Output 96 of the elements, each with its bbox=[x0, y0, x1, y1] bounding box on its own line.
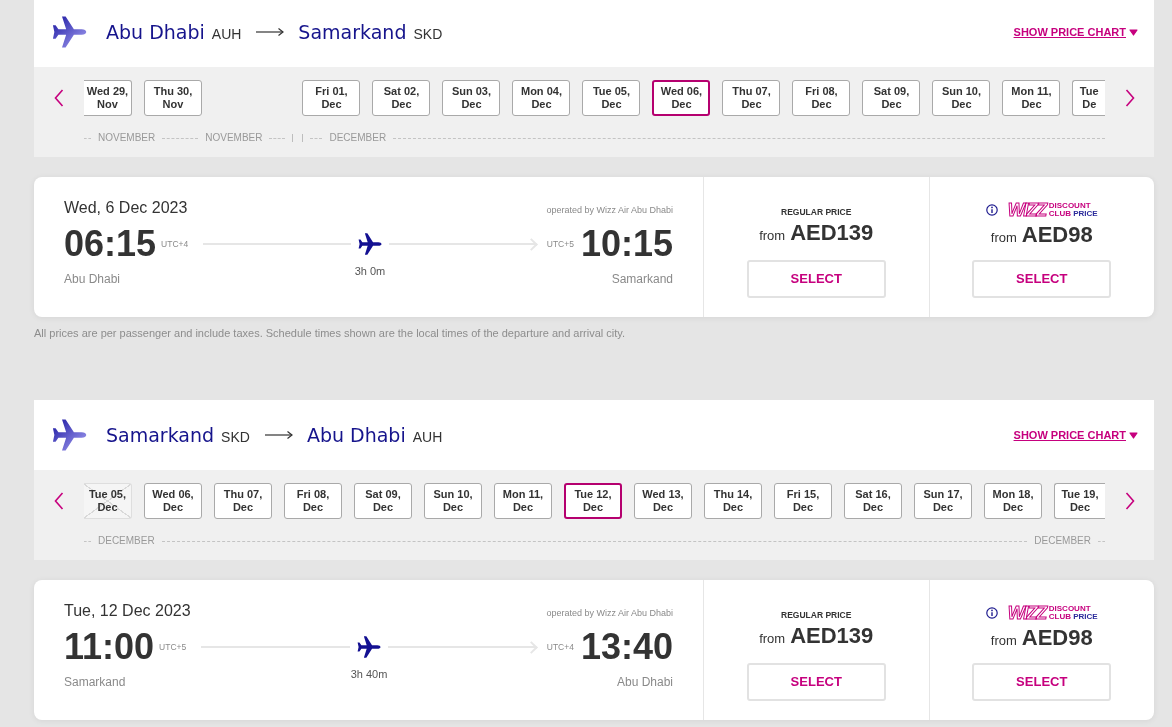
airport-code: AUH bbox=[412, 427, 443, 446]
date-option[interactable]: Tue 05, Dec bbox=[582, 80, 641, 116]
arrival-time: 13:40 bbox=[580, 629, 673, 665]
price-prefix: from bbox=[759, 630, 786, 648]
airport-code: SKD bbox=[413, 24, 443, 43]
departure-time: 11:00 bbox=[64, 629, 155, 665]
chevron-left-icon bbox=[54, 492, 64, 510]
arrow-icon bbox=[256, 27, 285, 37]
date-option[interactable]: Thu 30, Nov bbox=[144, 80, 202, 116]
city-name: Abu Dhabi bbox=[106, 20, 205, 44]
departure-time: 06:15 bbox=[64, 226, 157, 262]
fare-title: REGULAR PRICE bbox=[781, 207, 852, 218]
arrival-time: 10:15 bbox=[580, 226, 673, 262]
operator-text: operated by Wizz Air Abu Dhabi bbox=[546, 608, 673, 619]
select-button[interactable]: SELECT bbox=[746, 663, 886, 701]
month-label: NOVEMBER bbox=[205, 131, 263, 145]
caret-icon bbox=[1129, 432, 1138, 439]
date-option[interactable]: Fri 08, Dec bbox=[792, 80, 851, 116]
price-prefix: from bbox=[759, 227, 786, 245]
departure-city: Abu Dhabi bbox=[64, 272, 122, 286]
timezone-label: UTC+4 bbox=[161, 238, 189, 250]
date-option[interactable]: Fri 01, Dec bbox=[302, 80, 361, 116]
previous-dates-button[interactable] bbox=[52, 490, 66, 512]
chevron-right-icon bbox=[1124, 492, 1135, 510]
timezone-label: UTC+5 bbox=[546, 238, 574, 250]
date-option[interactable]: Tue 12, Dec bbox=[564, 483, 622, 519]
price-chart-link[interactable]: SHOW PRICE CHART bbox=[1013, 25, 1138, 39]
operator-text: operated by Wizz Air Abu Dhabi bbox=[546, 205, 673, 216]
chevron-right-icon bbox=[1124, 89, 1135, 107]
fare-price: AED98 bbox=[1021, 223, 1093, 247]
date-option[interactable]: Wed 13, Dec bbox=[634, 483, 692, 519]
arrival-city: Abu Dhabi bbox=[616, 675, 673, 689]
date-option[interactable]: Tue De bbox=[1072, 80, 1105, 116]
timezone-label: UTC+5 bbox=[159, 641, 187, 653]
airport-code: AUH bbox=[211, 24, 242, 43]
arrival-city: Samarkand bbox=[611, 272, 673, 286]
price-note: All prices are per passenger and include taxes. Schedule times shown are the local times of the departure and arrival city. bbox=[34, 327, 627, 340]
fare-price: AED139 bbox=[790, 221, 874, 245]
date-option[interactable]: Wed 06, Dec bbox=[652, 80, 711, 116]
caret-icon bbox=[1129, 29, 1138, 36]
select-button[interactable]: SELECT bbox=[746, 260, 886, 298]
arrow-icon bbox=[264, 430, 293, 440]
flight-date: Tue, 12 Dec 2023 bbox=[64, 601, 191, 621]
date-option[interactable]: Wed 06, Dec bbox=[144, 483, 202, 519]
date-option[interactable]: Wed 29, Nov bbox=[84, 80, 132, 116]
select-button[interactable]: SELECT bbox=[972, 260, 1112, 298]
date-option[interactable]: Sat 02, Dec bbox=[372, 80, 431, 116]
fare-price: AED98 bbox=[1021, 626, 1093, 650]
date-option[interactable]: Thu 07, Dec bbox=[722, 80, 781, 116]
plane-icon bbox=[358, 233, 382, 255]
date-option[interactable]: Sun 10, Dec bbox=[932, 80, 991, 116]
date-option[interactable]: Sat 09, Dec bbox=[862, 80, 921, 116]
city-name: Abu Dhabi bbox=[306, 423, 406, 447]
info-icon bbox=[985, 204, 998, 216]
chevron-left-icon bbox=[54, 89, 64, 107]
city-name: Samarkand bbox=[298, 20, 407, 44]
date-option[interactable]: Fri 08, Dec bbox=[284, 483, 342, 519]
date-option[interactable]: Sun 03, Dec bbox=[442, 80, 501, 116]
plane-icon bbox=[52, 419, 87, 451]
date-option[interactable]: Sun 17, Dec bbox=[914, 483, 972, 519]
date-option[interactable]: Tue 19, Dec bbox=[1054, 483, 1105, 519]
airport-code: SKD bbox=[221, 427, 250, 446]
brand-logo: WIZZ bbox=[1007, 201, 1046, 219]
fare-price: AED139 bbox=[790, 624, 874, 648]
month-label: NOVEMBER bbox=[98, 131, 156, 145]
date-option[interactable]: Fri 15, Dec bbox=[774, 483, 832, 519]
price-prefix: from bbox=[990, 229, 1017, 247]
previous-dates-button[interactable] bbox=[52, 87, 66, 109]
month-label: DECEMBER bbox=[329, 131, 387, 145]
info-icon bbox=[985, 607, 998, 619]
plane-icon bbox=[357, 636, 381, 658]
timezone-label: UTC+4 bbox=[546, 641, 574, 653]
discount-club-label: DISCOUNT CLUB PRICE bbox=[1048, 201, 1098, 219]
city-name: Samarkand bbox=[106, 423, 215, 447]
date-option[interactable]: Mon 04, Dec bbox=[512, 80, 571, 116]
date-option[interactable]: Mon 11, Dec bbox=[1002, 80, 1061, 116]
plane-icon bbox=[52, 16, 87, 48]
date-option[interactable]: Thu 07, Dec bbox=[214, 483, 272, 519]
flight-duration: 3h 40m bbox=[350, 667, 388, 681]
flight-date: Wed, 6 Dec 2023 bbox=[64, 198, 188, 218]
date-option[interactable]: Sat 09, Dec bbox=[354, 483, 412, 519]
flight-duration: 3h 0m bbox=[354, 264, 386, 278]
date-option[interactable]: Sun 10, Dec bbox=[424, 483, 482, 519]
month-label: DECEMBER bbox=[1034, 534, 1091, 548]
fare-title: REGULAR PRICE bbox=[781, 610, 852, 621]
discount-club-label: DISCOUNT CLUB PRICE bbox=[1048, 604, 1098, 622]
price-prefix: from bbox=[990, 632, 1017, 650]
date-option[interactable]: Mon 11, Dec bbox=[494, 483, 552, 519]
brand-logo: WIZZ bbox=[1007, 604, 1046, 622]
price-chart-link[interactable]: SHOW PRICE CHART bbox=[1013, 428, 1138, 442]
date-option[interactable]: Mon 18, Dec bbox=[984, 483, 1042, 519]
departure-city: Samarkand bbox=[64, 675, 127, 689]
select-button[interactable]: SELECT bbox=[972, 663, 1112, 701]
month-label: DECEMBER bbox=[98, 534, 155, 548]
date-option[interactable]: Thu 14, Dec bbox=[704, 483, 762, 519]
date-option[interactable]: Sat 16, Dec bbox=[844, 483, 902, 519]
